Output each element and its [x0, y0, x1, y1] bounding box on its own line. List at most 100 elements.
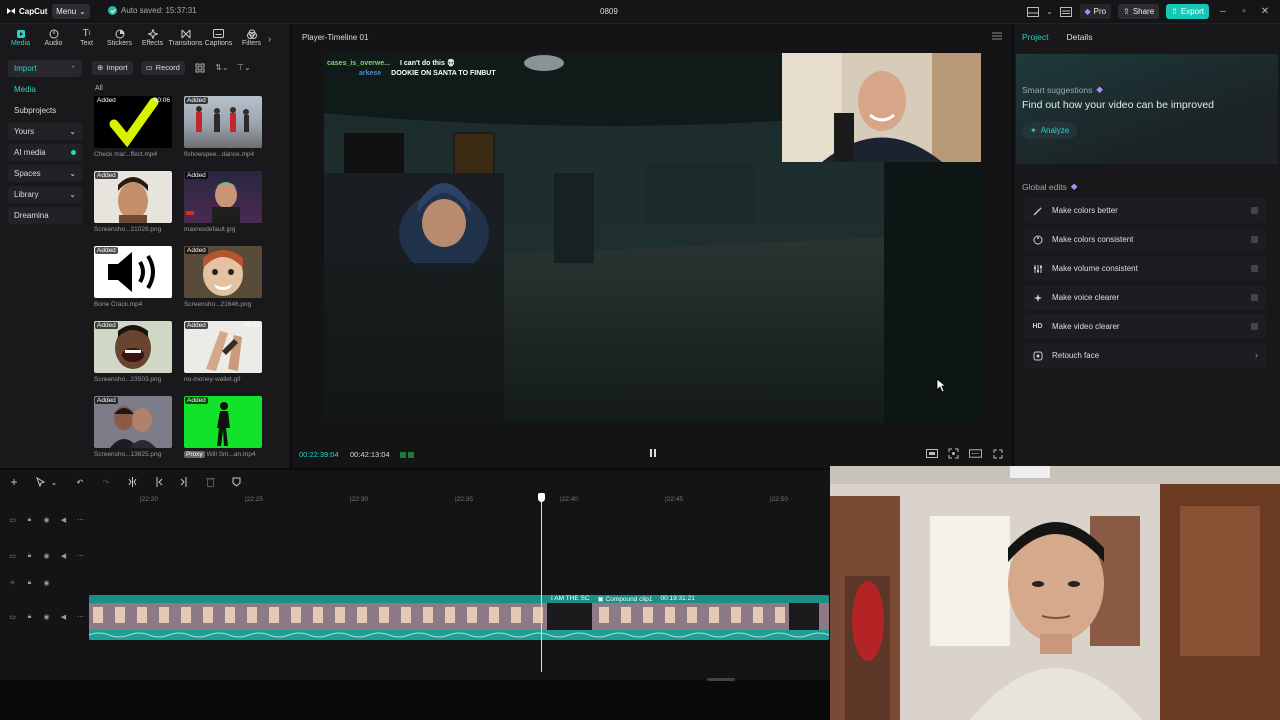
screenshot-icon[interactable] [947, 447, 960, 460]
undo-icon[interactable]: ↶ [74, 476, 86, 488]
analyze-button[interactable]: ✦ Analyze [1022, 122, 1078, 139]
make-colors-consistent-item[interactable]: Make colors consistent [1024, 227, 1266, 252]
edit-label: Make colors better [1052, 206, 1118, 215]
lock-icon[interactable]: 🔒︎ [25, 552, 34, 561]
trim-left-icon[interactable] [152, 476, 164, 488]
trim-right-icon[interactable] [178, 476, 190, 488]
nav-dreamina[interactable]: Dreamina [8, 207, 82, 224]
track-header-overlay: ▭ 🔒︎ ◉ ◀ ⋯ [8, 550, 88, 562]
tool-effects[interactable]: Effects [136, 26, 169, 52]
diamond-icon: ◆ [1096, 84, 1103, 94]
quality-icon[interactable] [925, 447, 938, 460]
nav-yours[interactable]: Yours ⌄ [8, 123, 82, 140]
media-tile[interactable]: Added Bone Crack.mp4 [94, 246, 172, 315]
menu-button[interactable]: Menu ⌄ [52, 4, 90, 19]
toggle-switch[interactable] [1251, 236, 1258, 243]
more-icon[interactable]: ⋯ [76, 516, 85, 525]
ratio-icon[interactable] [969, 447, 982, 460]
eye-icon[interactable]: ◉ [42, 613, 51, 622]
nav-ai-media[interactable]: AI media [8, 144, 82, 161]
toggle-switch[interactable] [1251, 265, 1258, 272]
media-tile[interactable]: Added 00:05 no-money-wallet.gif [184, 321, 262, 390]
make-colors-better-item[interactable]: Make colors better [1024, 198, 1266, 223]
nav-import[interactable]: Import ⌃ [8, 60, 82, 77]
maximize-icon[interactable]: ▫ [1237, 5, 1251, 19]
layout-dropdown-icon[interactable]: ⌄ [1046, 5, 1053, 18]
timeline-scrollbar[interactable] [707, 678, 735, 681]
export-button[interactable]: ⇧ Export [1166, 4, 1209, 19]
import-button[interactable]: ⊕ Import [92, 60, 133, 75]
hamburger-icon[interactable] [992, 32, 1002, 40]
make-voice-clearer-item[interactable]: Make voice clearer [1024, 285, 1266, 310]
media-tile[interactable]: Added Screensho...21028.png [94, 171, 172, 240]
pro-button[interactable]: ◆ Pro [1079, 4, 1112, 19]
keyboard-icon[interactable] [1060, 5, 1073, 18]
smart-title-text: Smart suggestions [1022, 84, 1093, 95]
tool-media[interactable]: Media [4, 26, 37, 52]
tool-audio[interactable]: Audio [37, 26, 70, 52]
nav-library[interactable]: Library ⌄ [8, 186, 82, 203]
eye-icon[interactable]: ◉ [42, 579, 51, 588]
grid-view-icon[interactable] [193, 61, 207, 75]
media-tile[interactable]: Added Screensho...21646.png [184, 246, 262, 315]
speaker-icon[interactable]: ◀ [59, 613, 68, 622]
pause-button[interactable] [649, 448, 657, 458]
tool-text[interactable]: TI Text [70, 26, 103, 52]
media-tile[interactable]: Added Proxy Will Sm...an.mp4 [184, 396, 262, 465]
tool-filters[interactable]: Filters [235, 26, 268, 52]
nav-spaces[interactable]: Spaces ⌄ [8, 165, 82, 182]
eye-icon[interactable]: ◉ [42, 552, 51, 561]
media-tile[interactable]: Added fishowspee...dance.mp4 [184, 96, 262, 165]
lock-icon[interactable]: 🔒︎ [25, 516, 34, 525]
tab-details[interactable]: Details [1066, 32, 1092, 42]
tool-transitions[interactable]: Transitions [169, 26, 203, 52]
tool-captions[interactable]: Captions [202, 26, 235, 52]
compound-icon: ▣ [597, 596, 604, 603]
video-preview[interactable]: cases_is_overwe... I can't do this 💀 ark… [324, 53, 981, 423]
retouch-face-item[interactable]: Retouch face › [1024, 343, 1266, 368]
select-tool-icon[interactable] [34, 476, 46, 488]
chevron-right-icon[interactable]: › [268, 26, 278, 52]
media-tile[interactable]: Added Screensho...13825.png [94, 396, 172, 465]
media-tile[interactable]: Added Screensho...23503.png [94, 321, 172, 390]
tool-stickers[interactable]: Stickers [103, 26, 136, 52]
split-icon[interactable] [126, 476, 138, 488]
speaker-icon[interactable]: ◀ [59, 516, 68, 525]
media-tile[interactable]: Added 00:06 Check mar...ffect.mp4 [94, 96, 172, 165]
minimize-icon[interactable]: – [1216, 5, 1230, 19]
media-tile[interactable]: Added maxresdefault.jpg [184, 171, 262, 240]
more-icon[interactable]: ⋯ [76, 552, 85, 561]
player-title: Player-Timeline 01 [302, 33, 369, 42]
close-icon[interactable]: ✕ [1258, 5, 1272, 19]
toggle-switch[interactable] [1251, 207, 1258, 214]
main-video-clip[interactable] [89, 595, 829, 640]
sort-icon[interactable]: ⇅⌄ [215, 61, 229, 75]
toggle-switch[interactable] [1251, 323, 1258, 330]
add-track-icon[interactable]: + [8, 475, 20, 489]
make-volume-consistent-item[interactable]: Make volume consistent [1024, 256, 1266, 281]
fullscreen-icon[interactable] [991, 447, 1004, 460]
time-ruler[interactable]: |22:20 |22:25 |22:30 |22:35 |22:40 |22:4… [90, 494, 830, 506]
eye-icon[interactable]: ◉ [42, 516, 51, 525]
filter-icon[interactable]: ⊤⌄ [237, 61, 251, 75]
tab-project[interactable]: Project [1022, 32, 1048, 42]
more-icon[interactable]: ⋯ [76, 613, 85, 622]
nav-media[interactable]: Media [8, 81, 82, 98]
global-title-text: Global edits [1022, 181, 1067, 192]
added-badge: Added [185, 322, 208, 329]
playhead-handle[interactable] [538, 493, 545, 502]
delete-icon[interactable] [204, 476, 216, 488]
speaker-icon[interactable]: ◀ [59, 552, 68, 561]
toggle-switch[interactable] [1251, 294, 1258, 301]
redo-icon[interactable]: ↷ [100, 476, 112, 488]
marker-icon[interactable] [230, 476, 242, 488]
lock-icon[interactable]: 🔒︎ [25, 613, 34, 622]
playhead-line[interactable] [541, 494, 542, 672]
nav-subprojects[interactable]: Subprojects [8, 102, 82, 119]
chevron-down-icon[interactable]: ⌄ [48, 476, 60, 488]
record-button[interactable]: ▭ Record [140, 60, 185, 75]
lock-icon[interactable]: 🔒︎ [25, 579, 34, 588]
make-video-clearer-item[interactable]: HD Make video clearer [1024, 314, 1266, 339]
layout-icon[interactable] [1027, 5, 1040, 18]
share-button[interactable]: ⇪ Share [1118, 4, 1160, 19]
